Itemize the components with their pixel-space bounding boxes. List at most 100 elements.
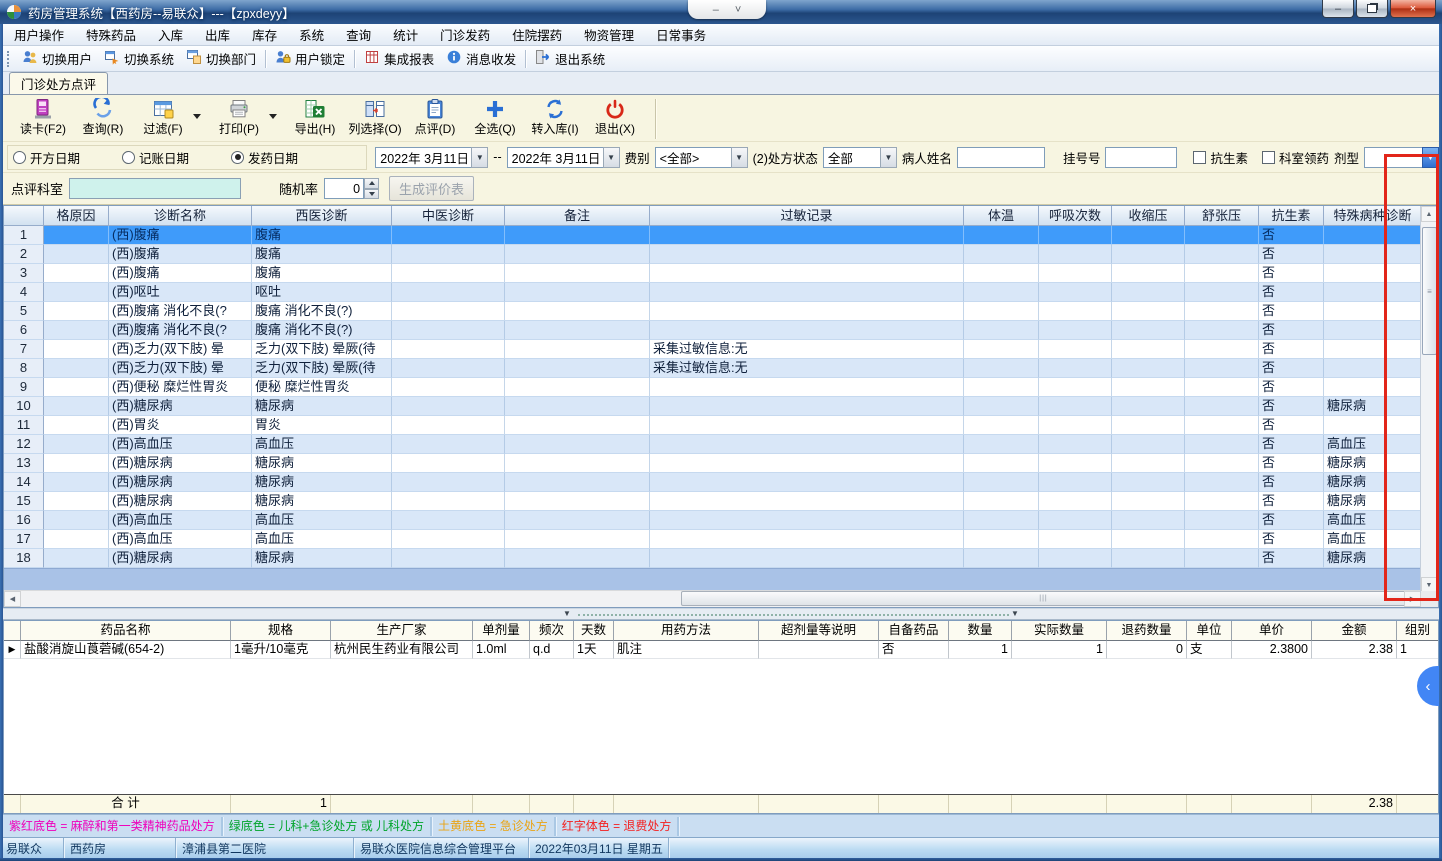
splitter-arrow-icon[interactable]: ▼: [1011, 609, 1019, 618]
action-button[interactable]: 列选择(O): [345, 98, 405, 137]
row-number[interactable]: 15: [4, 492, 44, 511]
grid-cell[interactable]: [392, 226, 505, 245]
grid-cell[interactable]: [392, 454, 505, 473]
grid-cell[interactable]: [1112, 435, 1185, 454]
grid-cell[interactable]: [1112, 359, 1185, 378]
grid-cell[interactable]: [964, 473, 1039, 492]
table-row[interactable]: 1 (西)腹痛 腹痛 否: [4, 226, 1438, 245]
column-header[interactable]: 单位: [1187, 621, 1232, 641]
grid-cell[interactable]: 否: [1259, 302, 1324, 321]
grid-cell[interactable]: [44, 511, 109, 530]
random-rate-stepper[interactable]: 0: [324, 178, 380, 199]
grid-cell[interactable]: 糖尿病: [252, 549, 392, 568]
grid-cell[interactable]: [1039, 454, 1112, 473]
dropdown-icon[interactable]: ▼: [879, 146, 897, 168]
column-header[interactable]: 生产厂家: [331, 621, 473, 641]
grid-cell[interactable]: 否: [1259, 492, 1324, 511]
grid-cell[interactable]: [1112, 378, 1185, 397]
grid-cell[interactable]: 否: [879, 641, 949, 659]
grid-cell[interactable]: [1039, 321, 1112, 340]
grid-cell[interactable]: [392, 549, 505, 568]
grid-cell[interactable]: [964, 340, 1039, 359]
column-header[interactable]: 中医诊断: [392, 206, 505, 226]
column-header[interactable]: 过敏记录: [650, 206, 964, 226]
tab-prescription-review[interactable]: 门诊处方点评: [9, 72, 109, 94]
toolbar-button[interactable]: 集成报表: [358, 47, 440, 70]
grid-cell[interactable]: 1: [949, 641, 1012, 659]
column-header[interactable]: 退药数量: [1107, 621, 1187, 641]
grid-cell[interactable]: [1039, 226, 1112, 245]
grid-cell[interactable]: 腹痛: [252, 264, 392, 283]
toolbar-button[interactable]: 退出系统: [529, 47, 611, 70]
grid-cell[interactable]: [964, 264, 1039, 283]
row-number[interactable]: 2: [4, 245, 44, 264]
grid-cell[interactable]: [505, 321, 650, 340]
grid-cell[interactable]: [392, 435, 505, 454]
grid-cell[interactable]: [650, 378, 964, 397]
grid-cell[interactable]: [44, 454, 109, 473]
row-number[interactable]: 17: [4, 530, 44, 549]
grid-cell[interactable]: [392, 302, 505, 321]
row-number[interactable]: 10: [4, 397, 44, 416]
grid-cell[interactable]: 支: [1187, 641, 1232, 659]
table-row[interactable]: 4 (西)呕吐 呕吐 否: [4, 283, 1438, 302]
row-marker-icon[interactable]: ▶: [4, 641, 21, 659]
grid-cell[interactable]: [1185, 302, 1259, 321]
grid-cell[interactable]: [1185, 435, 1259, 454]
close-button[interactable]: ×: [1390, 0, 1436, 18]
grid-cell[interactable]: [392, 530, 505, 549]
grid-cell[interactable]: 2.3800: [1232, 641, 1312, 659]
table-row[interactable]: 5 (西)腹痛 消化不良(? 腹痛 消化不良(?) 否: [4, 302, 1438, 321]
grid-cell[interactable]: 盐酸消旋山莨菪碱(654-2): [21, 641, 231, 659]
grid-cell[interactable]: [1039, 549, 1112, 568]
grid-cell[interactable]: (西)乏力(双下肢) 晕: [109, 359, 252, 378]
grid-cell[interactable]: 糖尿病: [252, 492, 392, 511]
grid-cell[interactable]: [759, 641, 879, 659]
menu-item[interactable]: 物资管理: [573, 24, 645, 45]
column-header[interactable]: 格原因: [44, 206, 109, 226]
grid-cell[interactable]: [44, 435, 109, 454]
menu-item[interactable]: 用户操作: [3, 24, 75, 45]
grid-cell[interactable]: [964, 416, 1039, 435]
grid-cell[interactable]: [650, 283, 964, 302]
row-number[interactable]: 14: [4, 473, 44, 492]
column-header[interactable]: 超剂量等说明: [759, 621, 879, 641]
toolbar-button[interactable]: 切换用户: [16, 47, 98, 70]
grid-cell[interactable]: 否: [1259, 530, 1324, 549]
grid-cell[interactable]: [1112, 473, 1185, 492]
grid-cell[interactable]: [1185, 321, 1259, 340]
grid-cell[interactable]: [44, 492, 109, 511]
grid-cell[interactable]: [1039, 302, 1112, 321]
grid-cell[interactable]: [1185, 359, 1259, 378]
grid-cell[interactable]: [44, 530, 109, 549]
dropdown-icon[interactable]: ▼: [471, 146, 489, 168]
column-header[interactable]: 用药方法: [614, 621, 759, 641]
row-number[interactable]: 8: [4, 359, 44, 378]
grid-cell[interactable]: [44, 264, 109, 283]
grid-cell[interactable]: [1185, 530, 1259, 549]
spin-down-icon[interactable]: [364, 188, 380, 199]
menu-item[interactable]: 出库: [194, 24, 241, 45]
grid-cell[interactable]: [392, 264, 505, 283]
grid-cell[interactable]: [964, 511, 1039, 530]
menu-item[interactable]: 门诊发药: [429, 24, 501, 45]
toolbar-grip[interactable]: [7, 50, 12, 67]
grid-cell[interactable]: [1039, 416, 1112, 435]
row-number[interactable]: 4: [4, 283, 44, 302]
menu-item[interactable]: 住院摆药: [501, 24, 573, 45]
column-header[interactable]: 数量: [949, 621, 1012, 641]
scrollbar-thumb[interactable]: |||: [681, 591, 1406, 606]
grid-cell[interactable]: (西)呕吐: [109, 283, 252, 302]
dropdown-arrow-icon[interactable]: [193, 114, 201, 119]
grid-cell[interactable]: 杭州民生药业有限公司: [331, 641, 473, 659]
grid-cell[interactable]: 否: [1259, 321, 1324, 340]
grid-cell[interactable]: [650, 416, 964, 435]
column-header[interactable]: 收缩压: [1112, 206, 1185, 226]
menu-item[interactable]: 系统: [288, 24, 335, 45]
action-button[interactable]: 过滤(F): [133, 98, 193, 137]
column-header[interactable]: 呼吸次数: [1039, 206, 1112, 226]
row-number[interactable]: 12: [4, 435, 44, 454]
radio-dispense-date[interactable]: 发药日期: [231, 148, 298, 167]
action-button[interactable]: 退出(X): [585, 98, 645, 137]
grid-cell[interactable]: (西)糖尿病: [109, 397, 252, 416]
